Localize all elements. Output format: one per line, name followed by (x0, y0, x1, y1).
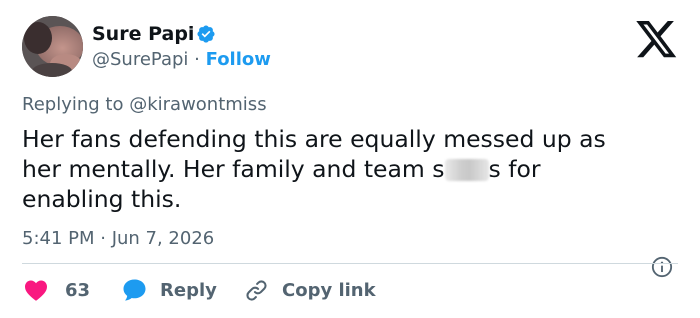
display-name[interactable]: Sure Papi (92, 23, 194, 45)
replying-to-label: Replying to (22, 94, 124, 115)
x-logo-icon[interactable] (636, 21, 678, 59)
follow-button[interactable]: Follow (206, 49, 271, 70)
handle-row: @SurePapi · Follow (92, 49, 271, 71)
like-button[interactable]: 63 (24, 276, 90, 304)
replying-to: Replying to @kirawontmiss (22, 94, 267, 116)
info-icon[interactable] (651, 256, 673, 278)
copy-link-button[interactable]: Copy link (244, 276, 376, 304)
tweet-line-1: Her fans defending this are equally mess… (22, 125, 606, 153)
censor-blur (444, 159, 489, 181)
separator-dot: · (194, 49, 200, 70)
divider (22, 263, 678, 264)
avatar-photo (22, 16, 83, 77)
timestamp[interactable]: 5:41 PM · Jun 7, 2026 (22, 228, 214, 250)
handle[interactable]: @SurePapi (92, 49, 188, 70)
mention-link[interactable]: @kirawontmiss (129, 94, 266, 115)
tweet-line-2-after: s for (488, 155, 541, 183)
tweet-line-3: enabling this. (22, 185, 182, 213)
verified-badge-icon (197, 25, 215, 43)
copy-link-label: Copy link (282, 279, 376, 301)
reply-label: Reply (160, 279, 217, 301)
heart-icon (25, 280, 47, 301)
like-count: 63 (65, 279, 91, 301)
avatar[interactable] (22, 16, 83, 77)
link-icon (246, 279, 267, 301)
tweet-line-2: her mentally. Her family and team s s for (22, 154, 682, 184)
speech-bubble-icon (123, 279, 146, 301)
tweet-line-2-before: her mentally. Her family and team s (22, 155, 445, 183)
tweet-text: Her fans defending this are equally mess… (22, 124, 682, 214)
reply-button[interactable]: Reply (122, 276, 217, 304)
